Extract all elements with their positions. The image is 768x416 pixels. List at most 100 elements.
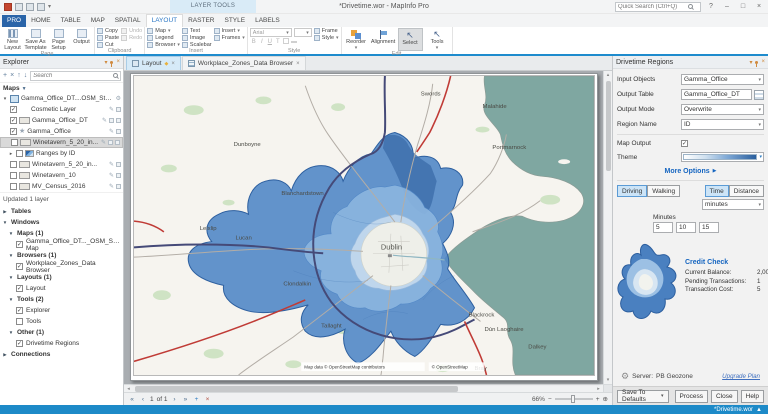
layer-row-selected[interactable]: Winetavern_5_20_in... ✎	[0, 137, 123, 148]
insert-frames-button[interactable]: Frames▾	[214, 35, 245, 41]
process-button[interactable]: Process	[675, 390, 708, 403]
minimize-button[interactable]: –	[721, 3, 733, 10]
filter-icon[interactable]: ▼	[22, 86, 27, 92]
map-frame[interactable]: Dunboyne Swords Malahide Portmarnock Bla…	[133, 75, 595, 376]
remove-layer-icon[interactable]: ×	[10, 72, 14, 79]
layer-row-cosmetic[interactable]: ✓ Cosmetic Layer ✎	[0, 104, 123, 115]
distance-toggle[interactable]: Distance	[729, 185, 764, 197]
insert-text-button[interactable]: Text	[182, 28, 212, 34]
layer-checkbox[interactable]: ✓	[10, 128, 17, 135]
layer-zoom-icon[interactable]	[116, 129, 121, 134]
minutes-input-1[interactable]	[653, 222, 673, 233]
layer-zoom-icon[interactable]	[116, 173, 121, 178]
insert-map-button[interactable]: Map▾	[147, 28, 180, 34]
layer-zoom-icon[interactable]	[109, 118, 114, 123]
expander-icon[interactable]: ▾	[2, 96, 8, 102]
upload-icon[interactable]: ▲	[756, 407, 762, 413]
minutes-input-3[interactable]	[699, 222, 719, 233]
window-item-layout[interactable]: ✓Layout	[0, 283, 123, 294]
save-to-defaults-button[interactable]: Save To Defaults ▾	[617, 390, 669, 403]
explorer-close-icon[interactable]: ×	[116, 59, 120, 65]
tab-home[interactable]: HOME	[26, 15, 56, 27]
close-button[interactable]: ×	[753, 3, 765, 10]
theme-row[interactable]: ▸ Ranges by ID	[0, 148, 123, 159]
tab-spatial[interactable]: SPATIAL	[110, 15, 146, 27]
scrollbar-thumb[interactable]	[606, 81, 611, 171]
tab-style[interactable]: STYLE	[219, 15, 250, 27]
unit-select[interactable]: minutes ▾	[702, 199, 764, 210]
text-style-button[interactable]: T	[274, 38, 282, 48]
layer-label[interactable]: Winetavern_5_20_in...	[32, 161, 107, 168]
layer-checkbox[interactable]	[10, 172, 17, 179]
add-layer-icon[interactable]: +	[3, 72, 7, 79]
tab-map[interactable]: MAP	[86, 15, 110, 27]
tab-layout-document[interactable]: Layout ◆ ×	[126, 56, 181, 70]
section-tables[interactable]: ▶Tables	[0, 206, 123, 217]
more-options-link[interactable]: More Options ▶	[617, 164, 764, 178]
app-icon[interactable]	[4, 3, 12, 11]
layer-style-icon[interactable]: ✎	[109, 128, 114, 135]
output-table-input[interactable]: Gamma_Office_DT	[681, 89, 752, 100]
font-size-select[interactable]: ▾	[294, 28, 312, 37]
panel-menu-icon[interactable]: ▾	[104, 59, 107, 66]
layer-zoom-icon[interactable]	[108, 140, 113, 145]
scroll-down-icon[interactable]: ▾	[607, 376, 610, 384]
move-up-icon[interactable]: ↑	[17, 72, 21, 79]
quick-search-input[interactable]	[618, 4, 688, 10]
window-item-browser[interactable]: ✓Workplace_Zones_Data Browser	[0, 261, 123, 272]
layer-row[interactable]: Winetavern_10 ✎	[0, 170, 123, 181]
pin-icon[interactable]	[110, 61, 113, 64]
map-options-icon[interactable]: ⚙	[116, 95, 121, 102]
tab-labels[interactable]: LABELS	[250, 15, 285, 27]
window-item-explorer[interactable]: ✓Explorer	[0, 305, 123, 316]
section-layouts[interactable]: ▼Layouts (1)	[0, 272, 123, 283]
panel-menu-icon[interactable]: ▾	[749, 59, 752, 66]
scroll-up-icon[interactable]: ▴	[607, 71, 610, 79]
new-layout-button[interactable]: New Layout	[2, 28, 23, 51]
help-panel-button[interactable]: Help	[741, 390, 764, 403]
output-button[interactable]: Output	[71, 28, 92, 51]
gear-icon[interactable]: ⚙	[621, 371, 629, 382]
layer-row[interactable]: Winetavern_5_20_in... ✎	[0, 159, 123, 170]
add-page-button[interactable]: +	[192, 396, 200, 403]
layout-canvas[interactable]: Dunboyne Swords Malahide Portmarnock Bla…	[124, 71, 603, 384]
window-item-tools[interactable]: Tools	[0, 316, 123, 327]
layer-row[interactable]: ✓ Gamma_Office_DT ✎	[0, 115, 123, 126]
tab-table[interactable]: TABLE	[56, 15, 86, 27]
print-icon[interactable]	[37, 3, 45, 11]
walking-toggle[interactable]: Walking	[647, 185, 680, 197]
layer-label[interactable]: Gamma_Office_DT	[32, 117, 100, 124]
paste-button[interactable]: Paste	[97, 35, 119, 41]
browse-table-icon[interactable]	[754, 90, 764, 100]
layer-more-icon[interactable]	[116, 118, 121, 123]
input-objects-select[interactable]: Gamma_Office ▾	[681, 74, 764, 85]
layer-row[interactable]: ✓ ★ Gamma_Office ✎	[0, 126, 123, 137]
layer-label[interactable]: Gamma_Office	[27, 128, 107, 135]
layer-zoom-icon[interactable]	[116, 184, 121, 189]
quick-search-box[interactable]	[615, 2, 701, 12]
fill-color-button[interactable]	[282, 38, 290, 48]
layer-label[interactable]: MV_Census_2016	[32, 183, 107, 190]
layer-row[interactable]: MV_Census_2016 ✎	[0, 181, 123, 192]
output-mode-select[interactable]: Overwrite ▾	[681, 104, 764, 115]
tab-layout[interactable]: LAYOUT	[146, 14, 184, 27]
tab-browser-document[interactable]: Workplace_Zones_Data Browser ×	[182, 56, 306, 70]
pin-icon[interactable]	[755, 61, 758, 64]
layer-label[interactable]: Cosmetic Layer	[19, 106, 107, 113]
upgrade-plan-link[interactable]: Upgrade Plan	[722, 373, 760, 380]
style-button[interactable]: Style▾	[314, 35, 339, 41]
italic-button[interactable]: I	[258, 38, 266, 48]
move-down-icon[interactable]: ↓	[24, 72, 28, 79]
maps-section-header[interactable]: Maps ▼	[0, 83, 123, 93]
delete-page-button[interactable]: ×	[203, 396, 211, 403]
last-page-button[interactable]: »	[181, 396, 189, 403]
layer-style-icon[interactable]: ✎	[109, 172, 114, 179]
tools-button[interactable]: ↖ Tools ▾	[425, 28, 450, 51]
first-page-button[interactable]: «	[128, 396, 136, 403]
driving-toggle[interactable]: Driving	[617, 185, 647, 197]
layer-style-icon[interactable]: ✎	[102, 117, 107, 124]
theme-label[interactable]: Ranges by ID	[36, 150, 121, 157]
layer-style-icon[interactable]: ✎	[109, 106, 114, 113]
section-connections[interactable]: ▶Connections	[0, 349, 123, 360]
zoom-out-button[interactable]: −	[548, 396, 552, 403]
